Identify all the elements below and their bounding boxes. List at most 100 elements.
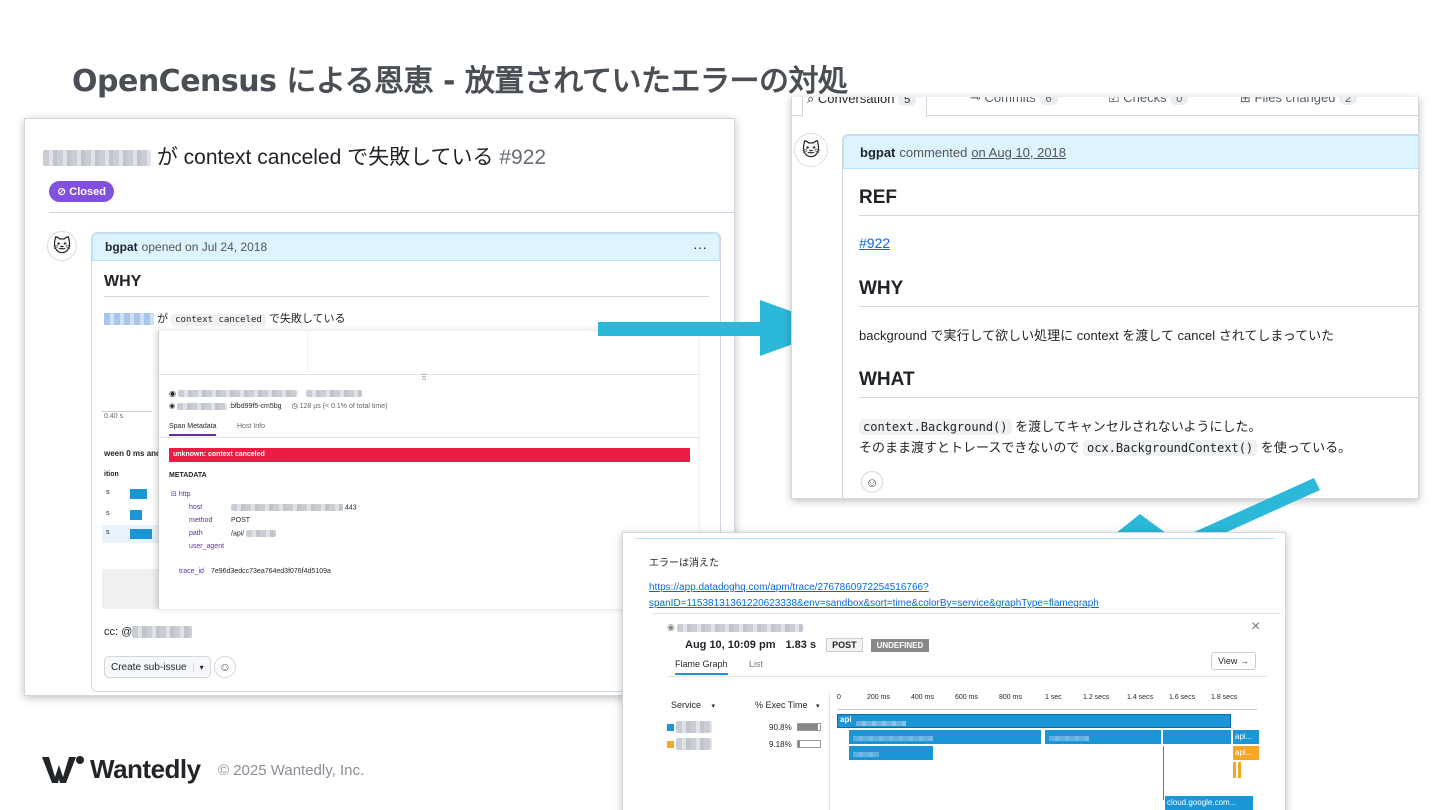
service-row[interactable]: 9.18% bbox=[667, 738, 821, 750]
wantedly-w-icon bbox=[42, 755, 84, 783]
author-avatar[interactable]: 🐱 bbox=[47, 231, 77, 261]
side-bar bbox=[130, 510, 142, 520]
commit-icon: ⊸ bbox=[970, 97, 981, 105]
comment-author[interactable]: bgpat bbox=[860, 145, 895, 160]
closed-icon: ⊘ bbox=[57, 186, 67, 198]
flame-span-right[interactable]: api... bbox=[1233, 746, 1259, 760]
why-text: background で実行して欲しい処理に context を渡して canc… bbox=[859, 328, 1335, 343]
closed-badge: ⊘ Closed bbox=[49, 181, 114, 202]
tab-conversation[interactable]: ⌕ Conversation 5 bbox=[802, 97, 928, 117]
add-reaction-button[interactable]: ☺ bbox=[214, 656, 236, 678]
comment-author[interactable]: bgpat bbox=[105, 240, 138, 254]
flame-span[interactable] bbox=[1163, 730, 1231, 744]
more-options-icon[interactable]: ··· bbox=[693, 239, 707, 255]
cc-line: cc: @ bbox=[104, 626, 193, 639]
create-sub-issue-button[interactable]: Create sub-issue ▾ bbox=[104, 656, 211, 678]
method-badge: POST bbox=[826, 638, 863, 652]
pr-screenshot: ⌕ Conversation 5 ⊸ Commits 6 ☑ Checks 0 … bbox=[791, 97, 1419, 499]
divider bbox=[49, 212, 734, 213]
flame-span-right[interactable]: api... bbox=[1233, 730, 1259, 744]
flame-span-vertical bbox=[1163, 746, 1164, 800]
issue-title-row: が context canceled で失敗している #922 bbox=[43, 141, 546, 171]
service-icon: ◉ bbox=[667, 622, 675, 632]
add-reaction-button[interactable]: ☺ bbox=[861, 471, 883, 493]
service-color-swatch bbox=[667, 740, 674, 748]
redacted-link bbox=[104, 313, 154, 326]
flame-axis: 0 200 ms 400 ms 600 ms 800 ms 1 sec 1.2 … bbox=[837, 694, 1257, 710]
exec-bar-fill bbox=[798, 741, 801, 747]
drag-handle-icon[interactable]: ⠿ bbox=[421, 373, 427, 382]
path-value: /api/ bbox=[231, 530, 277, 537]
side-bar bbox=[130, 489, 147, 499]
chart-axis-line bbox=[102, 411, 152, 412]
issue-title: が context canceled で失敗している bbox=[156, 146, 494, 169]
http-group[interactable]: ⊟ http bbox=[171, 490, 191, 498]
what-line-1: context.Background() を渡してキャンセルされないようにした。 bbox=[859, 416, 1261, 435]
service-column-header[interactable]: Service ▾ bbox=[671, 700, 715, 710]
service-row[interactable]: 90.8% bbox=[667, 721, 821, 733]
metadata-key: method bbox=[189, 517, 213, 524]
panel-tab-span-metadata[interactable]: Span Metadata bbox=[169, 423, 217, 436]
axis-tick: 400 ms bbox=[911, 694, 934, 701]
grey-block bbox=[102, 569, 158, 609]
chevron-down-icon[interactable]: ▾ bbox=[192, 662, 210, 672]
panel-tab-host-info[interactable]: Host Info bbox=[237, 423, 265, 430]
metadata-key: trace_id bbox=[179, 568, 204, 575]
tab-commits[interactable]: ⊸ Commits 6 bbox=[970, 97, 1058, 106]
span-name-row: ◉ bbox=[169, 389, 363, 398]
what-heading: WHAT bbox=[859, 369, 915, 390]
top-border bbox=[635, 538, 1275, 539]
checks-icon: ☑ bbox=[1108, 97, 1120, 105]
trace-screenshot: エラーは消えた https://app.datadoghq.com/apm/tr… bbox=[622, 532, 1286, 810]
tab-files-changed[interactable]: ⊞ Files changed 2 bbox=[1240, 97, 1358, 106]
ref-heading: REF bbox=[859, 187, 897, 208]
collapse-icon[interactable]: ⊟ bbox=[171, 491, 177, 498]
side-bar bbox=[130, 529, 152, 539]
comment-header: bgpat opened on Jul 24, 2018 ··· bbox=[92, 233, 720, 261]
divider bbox=[859, 306, 1418, 307]
axis-tick: 1.8 secs bbox=[1211, 694, 1238, 701]
smiley-icon: ☺ bbox=[865, 474, 879, 490]
side-row: s bbox=[106, 529, 110, 536]
issue-ref-link[interactable]: #922 bbox=[859, 235, 890, 251]
axis-tick: 1.2 secs bbox=[1083, 694, 1110, 701]
axis-tick: 800 ms bbox=[999, 694, 1022, 701]
pr-comment-box: bgpat commented on Aug 10, 2018 REF #922… bbox=[842, 134, 1418, 498]
tab-checks[interactable]: ☑ Checks 0 bbox=[1108, 97, 1189, 106]
flame-divider bbox=[829, 694, 830, 810]
comment-date-link[interactable]: on Aug 10, 2018 bbox=[971, 145, 1066, 160]
service-color-swatch bbox=[667, 723, 674, 731]
close-icon[interactable]: × bbox=[1251, 618, 1260, 636]
trace-link-line-2[interactable]: spanID=11538131361220623338&env=sandbox&… bbox=[649, 598, 1099, 609]
span-id-row: ◉ :bfbd99f5-cm5bg ◷ 128 µs (< 0.1% of to… bbox=[169, 402, 388, 410]
comment-header: bgpat commented on Aug 10, 2018 bbox=[843, 135, 1418, 169]
metadata-key: user_agent bbox=[189, 543, 225, 550]
wantedly-logo: Wantedly bbox=[42, 754, 201, 785]
view-button[interactable]: View → bbox=[1211, 652, 1256, 670]
redacted-repo-name bbox=[43, 150, 151, 167]
flame-span[interactable] bbox=[849, 746, 933, 760]
host-value: 443 bbox=[231, 504, 357, 511]
divider bbox=[859, 215, 1418, 216]
metadata-key: path bbox=[189, 530, 203, 537]
flame-span[interactable] bbox=[1045, 730, 1161, 744]
tab-underline bbox=[159, 437, 699, 438]
flame-span-root[interactable]: api bbox=[837, 714, 1231, 728]
why-heading: WHY bbox=[104, 273, 142, 290]
method-value: POST bbox=[231, 517, 251, 524]
issue-number: #922 bbox=[499, 146, 547, 169]
clock-icon: ◷ bbox=[291, 403, 298, 410]
tab-list[interactable]: List bbox=[749, 659, 763, 669]
author-avatar[interactable]: 🐱 bbox=[794, 133, 828, 167]
axis-tick: 0 bbox=[837, 694, 841, 701]
slide-title: OpenCensus による恩恵 - 放置されていたエラーの対処 bbox=[72, 64, 848, 99]
axis-tick: 1.6 secs bbox=[1169, 694, 1196, 701]
chevron-down-icon: ▾ bbox=[711, 703, 716, 710]
trace-link-line-1[interactable]: https://app.datadoghq.com/apm/trace/2767… bbox=[649, 582, 929, 593]
filter-text: ween 0 ms and bbox=[104, 449, 161, 458]
flame-span[interactable] bbox=[849, 730, 1041, 744]
exec-column-header[interactable]: % Exec Time ▾ bbox=[755, 700, 820, 710]
metadata-heading: METADATA bbox=[169, 472, 207, 479]
tab-flame-graph[interactable]: Flame Graph bbox=[675, 659, 728, 675]
flame-span-cloud[interactable]: cloud.google.com... bbox=[1165, 796, 1253, 810]
